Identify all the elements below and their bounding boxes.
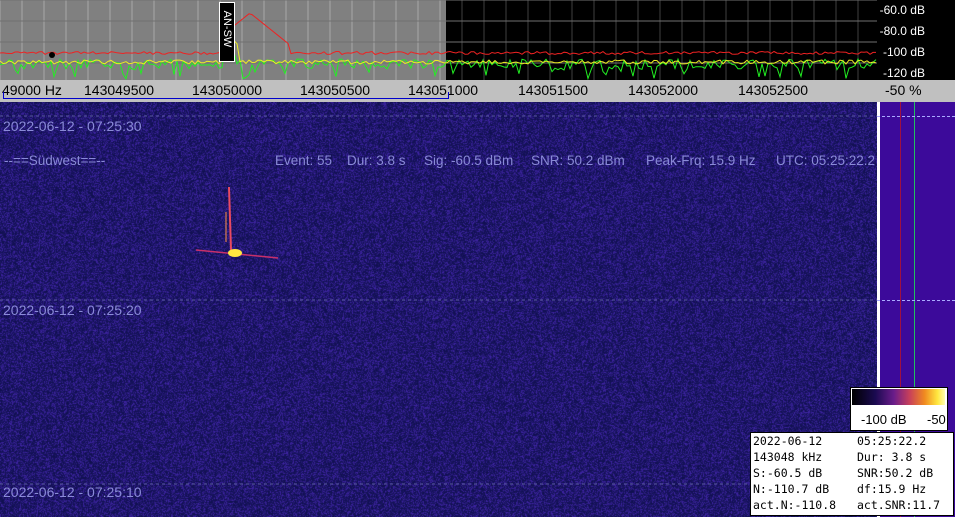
event-number: Event: 55 [275, 153, 333, 168]
timestamp-label: 2022-06-12 - 07:25:20 [3, 302, 142, 318]
frequency-axis[interactable]: 49000 Hz 143049500 143050000 143050500 1… [0, 80, 877, 102]
spectrum-cursor-dot [49, 52, 55, 58]
sidebar-divider [877, 116, 955, 117]
meteor-echo-trail [228, 186, 232, 251]
info-actual-snr: act.SNR:11.7 [857, 498, 941, 512]
event-peak-freq: Peak-Frq: 15.9 Hz [646, 153, 756, 168]
db-label: -60.0 dB [879, 3, 925, 17]
color-scale-max: -50 [927, 412, 946, 427]
waterfall-display[interactable]: 2022-06-12 - 07:25:30 2022-06-12 - 07:25… [0, 102, 877, 517]
frequency-marker[interactable]: AN-SW [219, 2, 235, 62]
freq-tick-label: 143052500 [738, 82, 809, 98]
info-signal: S:-60.5 dB [753, 466, 823, 480]
db-label: -120 dB [882, 66, 925, 80]
info-actual-noise: act.N:-110.8 [753, 498, 837, 512]
station-name: --==Südwest==-- [4, 153, 106, 168]
meteor-echo-head [228, 249, 242, 257]
info-time: 05:25:22.2 [857, 434, 927, 448]
freq-tick-label: 143051500 [518, 82, 589, 98]
spectrum-display[interactable]: AN-SW [0, 0, 877, 80]
info-snr: SNR:50.2 dB [857, 466, 934, 480]
spectrum-plot [0, 0, 877, 80]
info-duration: Dur: 3.8 s [857, 450, 927, 464]
db-axis: -60.0 dB -80.0 dB -100 dB -120 dB [877, 0, 955, 80]
level-percent: -50 % [885, 82, 922, 98]
event-signal: Sig: -60.5 dBm [424, 153, 514, 168]
color-scale-legend: -100 dB -50 [850, 387, 948, 431]
info-frequency: 143048 kHz [753, 450, 823, 464]
event-snr: SNR: 50.2 dBm [531, 153, 625, 168]
frequency-marker-label: AN-SW [221, 10, 233, 48]
level-percent-box[interactable]: -50 % [877, 80, 955, 102]
freq-tick-label: 143052000 [628, 82, 699, 98]
timestamp-label: 2022-06-12 - 07:25:30 [3, 118, 142, 134]
bandwidth-bracket [3, 92, 449, 99]
info-noise: N:-110.7 dB [753, 482, 830, 496]
sidebar-divider [877, 300, 955, 301]
event-info-box: 2022-06-12 05:25:22.2 143048 kHz Dur: 3.… [750, 432, 954, 516]
event-utc: UTC: 05:25:22.2 [776, 153, 876, 168]
color-scale-min: -100 dB [861, 412, 907, 427]
info-date: 2022-06-12 [753, 434, 823, 448]
db-label: -100 dB [882, 45, 925, 59]
event-duration: Dur: 3.8 s [347, 153, 406, 168]
db-label: -80.0 dB [879, 24, 925, 38]
info-df: df:15.9 Hz [857, 482, 927, 496]
color-scale-gradient [852, 389, 945, 405]
spectrum-peak-hold-trace [0, 13, 876, 56]
timestamp-label: 2022-06-12 - 07:25:10 [3, 484, 142, 500]
